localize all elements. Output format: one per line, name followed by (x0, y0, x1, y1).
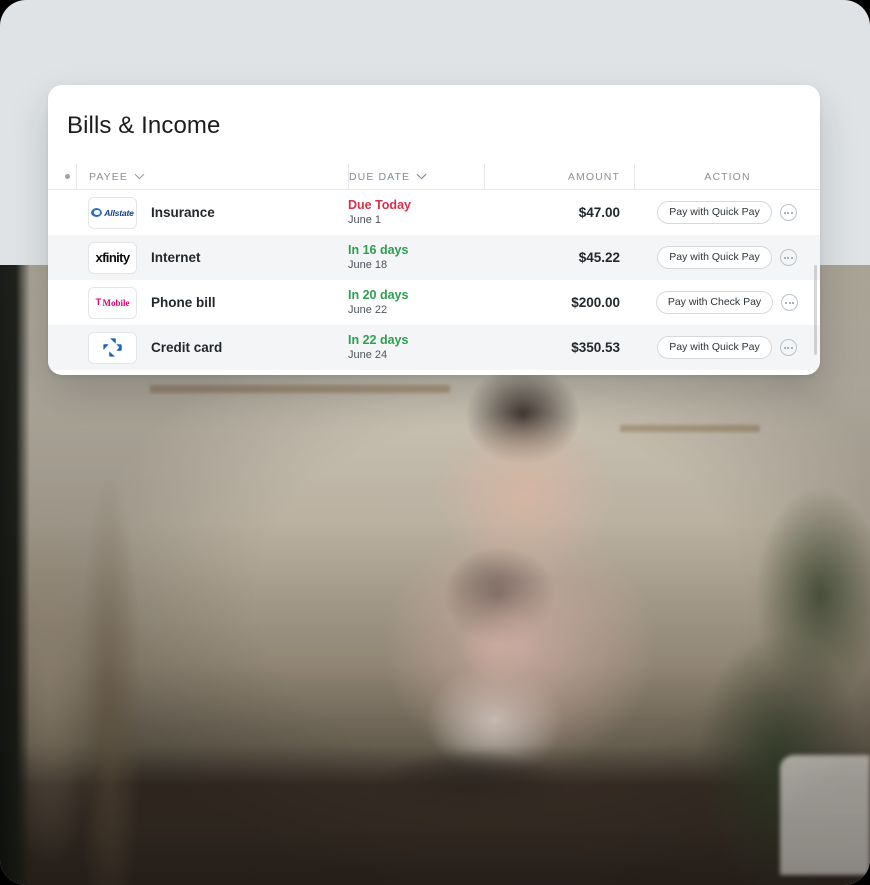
more-options-icon[interactable] (779, 339, 797, 356)
due-status-badge: In 22 days (348, 332, 409, 347)
pay-button[interactable]: Pay with Quick Pay (657, 245, 772, 270)
payee-name: Credit card (151, 340, 223, 355)
due-date-value: June 1 (348, 214, 382, 227)
table-row[interactable]: T Mobile Phone bill In 20 days June 22 $… (48, 280, 820, 325)
more-options-icon[interactable] (779, 204, 797, 221)
column-header-payee-label: PAYEE (89, 170, 128, 183)
pay-button[interactable]: Pay with Check Pay (655, 290, 774, 315)
pay-button[interactable]: Pay with Quick Pay (657, 200, 772, 225)
chase-octagon-icon (102, 337, 123, 358)
pay-button[interactable]: Pay with Quick Pay (657, 335, 772, 360)
payee-cell: Credit card (76, 331, 348, 364)
amount-value: $45.22 (578, 250, 620, 265)
amount-cell: $45.22 (484, 250, 634, 265)
more-options-icon[interactable] (781, 294, 799, 311)
bills-and-income-card: Bills & Income PAYEE DUE DATE AMOUNT ACT… (48, 85, 820, 375)
column-header-payee[interactable]: PAYEE (76, 163, 348, 190)
chevron-down-icon[interactable] (134, 173, 145, 180)
amount-cell: $200.00 (484, 295, 634, 310)
table-row[interactable]: Allstate Insurance Due Today June 1 $47.… (48, 190, 820, 235)
table-header-row: PAYEE DUE DATE AMOUNT ACTION (48, 163, 820, 190)
payee-name: Internet (151, 250, 201, 265)
chase-logo (88, 331, 137, 364)
more-options-icon[interactable] (779, 249, 797, 266)
chevron-down-icon[interactable] (416, 173, 427, 180)
page-title: Bills & Income (67, 112, 221, 139)
payee-cell: T Mobile Phone bill (76, 286, 348, 319)
screenshot-root: Bills & Income PAYEE DUE DATE AMOUNT ACT… (0, 0, 870, 885)
allstate-logo-text: Allstate (104, 207, 134, 218)
action-cell: Pay with Quick Pay (634, 335, 820, 360)
due-status-badge: In 16 days (348, 242, 409, 257)
table-row[interactable]: xfinity Internet In 16 days June 18 $45.… (48, 235, 820, 280)
table-header-select (60, 164, 76, 190)
column-header-amount[interactable]: AMOUNT (484, 163, 634, 190)
payee-name: Phone bill (151, 295, 216, 310)
due-date-value: June 18 (348, 259, 388, 272)
due-date-value: June 24 (348, 349, 388, 362)
due-status-badge: Due Today (348, 197, 411, 212)
action-cell: Pay with Check Pay (634, 290, 820, 315)
column-header-action: ACTION (634, 163, 820, 190)
due-date-cell: In 20 days June 22 (348, 288, 484, 317)
amount-cell: $47.00 (484, 205, 634, 220)
amount-cell: $350.53 (484, 340, 634, 355)
status-dot-icon (65, 174, 70, 179)
action-cell: Pay with Quick Pay (634, 245, 820, 270)
tmobile-t-icon: T (95, 297, 101, 308)
column-header-amount-label: AMOUNT (567, 170, 620, 183)
payee-cell: xfinity Internet (76, 241, 348, 274)
bills-table: PAYEE DUE DATE AMOUNT ACTION Allstate In… (48, 163, 820, 370)
payee-name: Insurance (151, 205, 215, 220)
due-date-cell: In 16 days June 18 (348, 243, 484, 272)
amount-value: $200.00 (571, 295, 620, 310)
due-date-value: June 22 (348, 304, 388, 317)
due-date-cell: Due Today June 1 (348, 198, 484, 227)
table-row[interactable]: Credit card In 22 days June 24 $350.53 P… (48, 325, 820, 370)
amount-value: $47.00 (578, 205, 620, 220)
payee-cell: Allstate Insurance (76, 196, 348, 229)
xfinity-logo: xfinity (88, 241, 137, 274)
xfinity-logo-text: xfinity (95, 250, 130, 265)
table-scrollbar[interactable] (814, 265, 817, 355)
column-header-action-label: ACTION (704, 170, 751, 183)
amount-value: $350.53 (571, 340, 620, 355)
allstate-logo: Allstate (88, 196, 137, 229)
tmobile-logo-text: Mobile (102, 297, 130, 308)
column-header-due-date[interactable]: DUE DATE (348, 163, 484, 190)
tmobile-logo: T Mobile (88, 286, 137, 319)
due-date-cell: In 22 days June 24 (348, 333, 484, 362)
due-status-badge: In 20 days (348, 287, 409, 302)
allstate-hands-icon (91, 208, 103, 217)
action-cell: Pay with Quick Pay (634, 200, 820, 225)
column-header-due-date-label: DUE DATE (349, 170, 411, 183)
page-surface: Bills & Income PAYEE DUE DATE AMOUNT ACT… (0, 0, 870, 885)
